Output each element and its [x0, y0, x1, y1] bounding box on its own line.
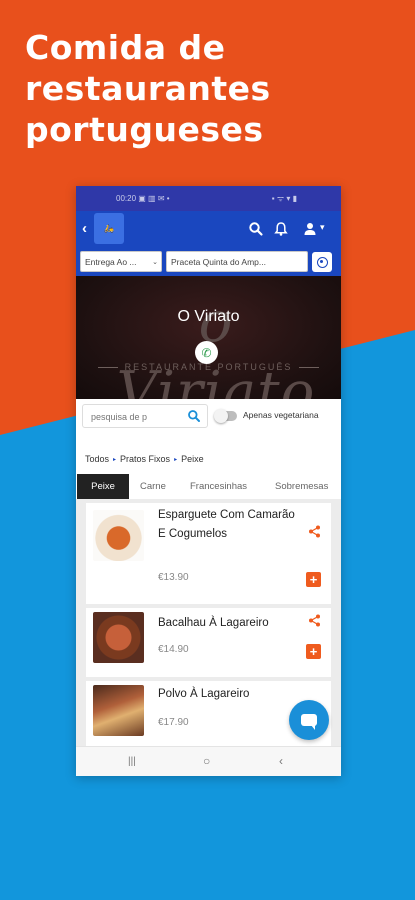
- tab-sobremesas[interactable]: Sobremesas: [275, 474, 328, 499]
- banner-logo-script: o Viriato: [116, 290, 316, 399]
- tab-carne[interactable]: Carne: [140, 474, 166, 499]
- product-search: [82, 404, 208, 428]
- account-icon[interactable]: [302, 221, 318, 237]
- share-icon[interactable]: [308, 525, 321, 538]
- phone-icon[interactable]: ✆: [195, 341, 218, 364]
- chat-icon[interactable]: [289, 700, 329, 740]
- home-icon[interactable]: ○: [203, 754, 210, 768]
- vegetarian-toggle[interactable]: [214, 409, 237, 423]
- restaurant-name: O Viriato: [177, 308, 240, 325]
- recents-icon[interactable]: |||: [128, 756, 136, 767]
- back-icon[interactable]: ‹: [82, 221, 87, 237]
- vegetarian-label: Apenas vegetariana: [243, 410, 319, 420]
- search-input[interactable]: [89, 406, 183, 428]
- product-name: Esparguete Com Camarão E Cogumelos: [158, 509, 295, 540]
- product-image: [93, 612, 144, 663]
- product-card[interactable]: Esparguete Com Camarão E Cogumelos €13.9…: [86, 503, 331, 604]
- restaurant-banner: o Viriato RESTAURANTE PORTUGUÊS O Viriat…: [76, 276, 341, 399]
- status-time: 00:20: [116, 194, 137, 203]
- breadcrumb-all[interactable]: Todos: [85, 454, 109, 464]
- banner-divider-right: [299, 367, 319, 368]
- app-bar: ‹ 🛵 ▾: [76, 211, 341, 248]
- phone-screen: 00:20 ▣ ▥ ✉ • ▪ ᯤ ▾ ▮ ‹ 🛵 ▾ Entrega Ao .…: [76, 186, 341, 776]
- product-name: Bacalhau À Lagareiro: [158, 617, 269, 629]
- headline-line-3: portugueses: [25, 110, 264, 149]
- breadcrumb-current: Peixe: [181, 454, 204, 464]
- tab-francesinhas[interactable]: Francesinhas: [190, 474, 247, 499]
- headline-line-1: Comida de: [25, 28, 226, 67]
- search-icon[interactable]: [248, 221, 264, 237]
- product-list: Esparguete Com Camarão E Cogumelos €13.9…: [76, 499, 341, 746]
- breadcrumb-fixed-dishes[interactable]: Pratos Fixos: [120, 454, 170, 464]
- status-icons-right: ▪ ᯤ ▾ ▮: [271, 194, 297, 203]
- system-nav-bar: ||| ○ ‹: [76, 746, 341, 776]
- breadcrumb: Todos ▸ Pratos Fixos ▸ Peixe: [85, 454, 204, 464]
- product-price: €17.90: [158, 717, 189, 728]
- add-to-cart-button[interactable]: +: [306, 572, 321, 587]
- search-icon[interactable]: [187, 409, 201, 423]
- add-to-cart-button[interactable]: +: [306, 644, 321, 659]
- promo-headline: Comida de restaurantes portugueses: [25, 27, 405, 150]
- headline-line-2: restaurantes: [25, 69, 271, 108]
- app-logo[interactable]: 🛵: [94, 213, 124, 244]
- breadcrumb-separator-icon: ▸: [174, 456, 178, 463]
- nav-back-icon[interactable]: ‹: [279, 754, 283, 768]
- delivery-mode-select[interactable]: Entrega Ao ... ⌄: [80, 251, 162, 272]
- address-value: Praceta Quinta do Amp...: [171, 257, 266, 267]
- location-icon[interactable]: [312, 252, 332, 272]
- product-price: €14.90: [158, 644, 189, 655]
- delivery-mode-value: Entrega Ao ...: [85, 257, 137, 267]
- status-icons-left: ▣ ▥ ✉ •: [138, 194, 170, 203]
- product-name: Polvo À Lagareiro: [158, 688, 250, 700]
- share-icon[interactable]: [308, 614, 321, 627]
- product-card[interactable]: Bacalhau À Lagareiro €14.90 +: [86, 608, 331, 677]
- status-bar: 00:20 ▣ ▥ ✉ • ▪ ᯤ ▾ ▮: [76, 186, 341, 211]
- category-tabs: Peixe Carne Francesinhas Sobremesas: [76, 474, 341, 500]
- tab-peixe[interactable]: Peixe: [77, 474, 129, 499]
- chevron-down-icon: ⌄: [152, 259, 158, 266]
- address-select[interactable]: Praceta Quinta do Amp...: [166, 251, 308, 272]
- product-image: [93, 510, 144, 561]
- breadcrumb-separator-icon: ▸: [113, 456, 117, 463]
- account-dropdown-icon[interactable]: ▾: [320, 222, 325, 233]
- product-price: €13.90: [158, 572, 189, 583]
- product-image: [93, 685, 144, 736]
- filters-bar: Entrega Ao ... ⌄ Praceta Quinta do Amp..…: [76, 248, 341, 276]
- bell-icon[interactable]: [273, 221, 289, 237]
